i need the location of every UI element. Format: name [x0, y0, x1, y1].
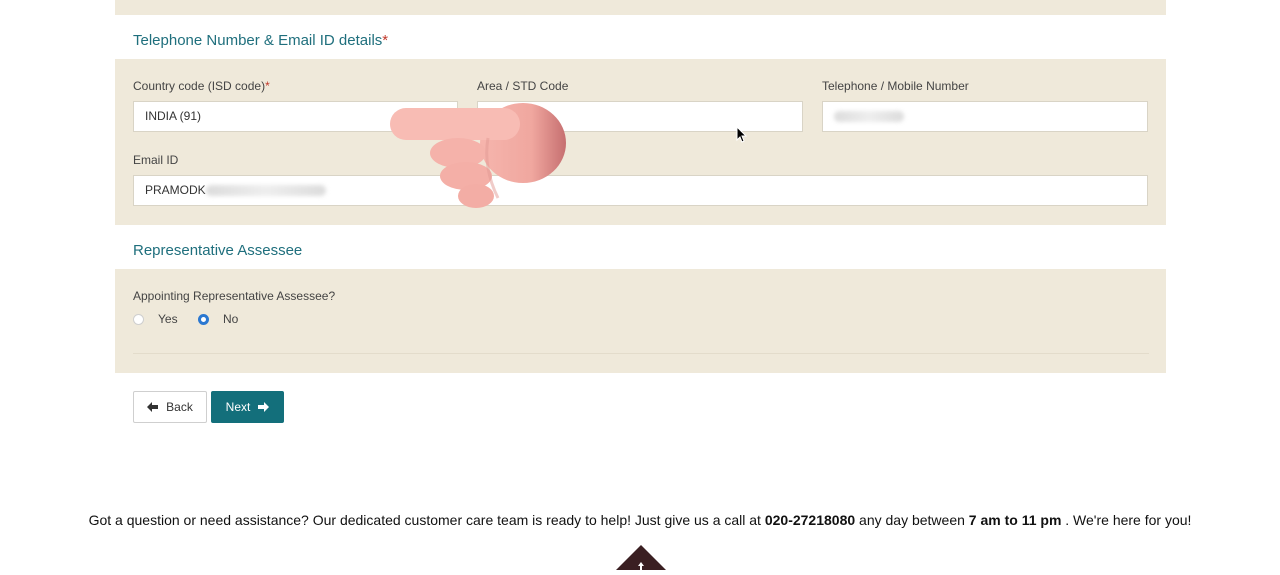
footer-text-3: . We're here for you! — [1061, 512, 1192, 528]
customer-care-notice: Got a question or need assistance? Our d… — [0, 512, 1280, 528]
telephone-section-title: Telephone Number & Email ID details* — [133, 32, 388, 49]
telephone-label: Telephone / Mobile Number — [822, 79, 969, 93]
mouse-cursor-icon — [736, 126, 748, 143]
footer-text-2: any day between — [855, 512, 969, 528]
arrow-left-icon — [147, 402, 159, 412]
footer-phone: 020-27218080 — [764, 512, 856, 528]
radio-yes-label[interactable]: Yes — [158, 312, 178, 326]
area-code-label: Area / STD Code — [477, 79, 569, 93]
country-code-label: Country code (ISD code)* — [133, 79, 270, 93]
email-value: PRAMODK — [145, 183, 206, 197]
radio-no[interactable] — [198, 314, 209, 325]
back-button-label: Back — [166, 400, 193, 414]
scroll-to-top-button[interactable] — [616, 545, 666, 570]
previous-section-panel — [115, 0, 1166, 15]
radio-yes[interactable] — [133, 314, 144, 325]
blurred-email-value — [205, 185, 326, 197]
radio-no-label[interactable]: No — [223, 312, 238, 326]
area-code-input[interactable] — [477, 101, 803, 132]
representative-panel — [115, 269, 1166, 373]
required-asterisk: * — [382, 32, 389, 49]
email-input[interactable]: PRAMODK — [133, 175, 1148, 206]
arrow-right-icon — [258, 402, 270, 412]
country-code-select[interactable]: INDIA (91) — [133, 101, 458, 132]
country-code-required: * — [265, 79, 270, 93]
footer-text-1: Got a question or need assistance? Our d… — [88, 512, 765, 528]
arrow-up-icon — [616, 545, 666, 570]
blurred-phone-value — [834, 111, 904, 123]
country-code-label-text: Country code (ISD code) — [133, 79, 266, 93]
telephone-input[interactable] — [822, 101, 1148, 132]
next-button[interactable]: Next — [211, 391, 284, 423]
representative-question: Appointing Representative Assessee? — [133, 289, 336, 303]
back-button[interactable]: Back — [133, 391, 207, 423]
footer-hours: 7 am to 11 pm — [968, 512, 1062, 528]
country-code-value: INDIA (91) — [145, 109, 202, 123]
telephone-section-title-text: Telephone Number & Email ID details — [133, 32, 383, 49]
representative-section-title: Representative Assessee — [133, 242, 303, 259]
email-label: Email ID — [133, 153, 179, 167]
panel-divider — [133, 353, 1149, 354]
next-button-label: Next — [225, 400, 251, 414]
